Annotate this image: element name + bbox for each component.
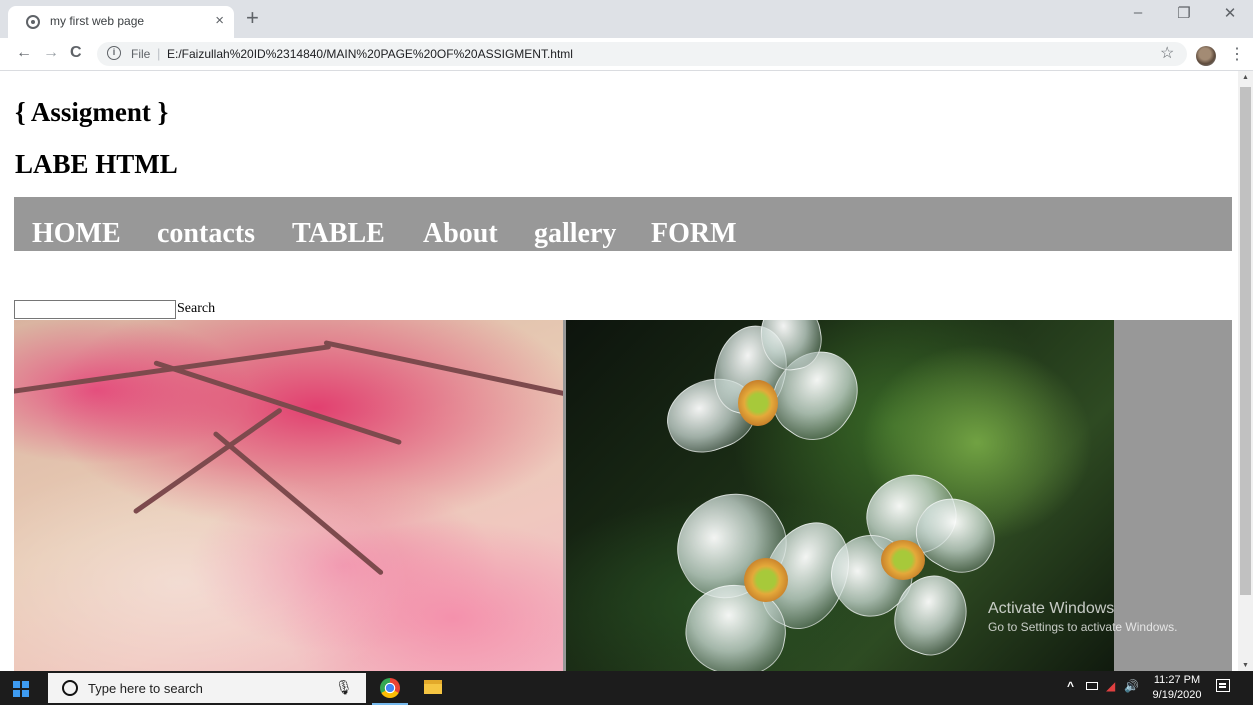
address-separator: | [157, 46, 161, 61]
activate-windows-watermark: Activate Windows Go to Settings to activ… [988, 600, 1177, 634]
info-icon[interactable]: i [107, 46, 121, 60]
clock-date: 9/19/2020 [1152, 689, 1202, 701]
nav-link-form[interactable]: FORM [651, 218, 737, 250]
tray-chevron-icon[interactable]: ^ [1067, 679, 1074, 693]
windows-start-icon[interactable] [13, 681, 29, 697]
minimize-button[interactable]: – [1115, 4, 1161, 22]
bookmark-star-icon[interactable]: ☆ [1160, 43, 1174, 63]
taskbar-clock[interactable]: 11:27 PM 9/19/2020 [1150, 673, 1204, 703]
browser-tab[interactable]: my first web page × [8, 6, 234, 38]
close-tab-icon[interactable]: × [215, 12, 224, 29]
network-icon[interactable]: ◢ [1106, 679, 1115, 693]
new-tab-button[interactable]: + [246, 5, 259, 31]
clock-time: 11:27 PM [1153, 674, 1201, 686]
nav-link-home[interactable]: HOME [32, 218, 121, 250]
scroll-thumb[interactable] [1240, 87, 1251, 595]
watermark-subtitle: Go to Settings to activate Windows. [988, 620, 1178, 634]
microphone-icon[interactable]: 🎙 [335, 679, 353, 696]
address-scheme: File [131, 47, 151, 61]
address-url[interactable]: E:/Faizullah%20ID%2314840/MAIN%20PAGE%20… [167, 47, 573, 61]
volume-icon[interactable]: 🔊 [1124, 679, 1139, 693]
nav-link-contacts[interactable]: contacts [157, 218, 255, 250]
back-arrow-icon[interactable]: ← [16, 44, 32, 62]
window-controls: – ❐ ✕ [1115, 4, 1253, 22]
scroll-down-icon[interactable]: ▼ [1242, 662, 1249, 669]
search-input[interactable] [14, 300, 176, 319]
reload-icon[interactable]: C [70, 44, 82, 62]
battery-icon[interactable] [1086, 682, 1098, 690]
tab-title: my first web page [50, 14, 145, 28]
windows-taskbar: Type here to search 🎙 ^ ◢ 🔊 11:27 PM 9/1… [0, 671, 1253, 705]
file-explorer-icon[interactable] [424, 680, 442, 694]
browser-tab-strip: my first web page × + – ❐ ✕ [0, 0, 1253, 38]
close-window-button[interactable]: ✕ [1207, 4, 1253, 22]
page-heading: { Assigment } [15, 97, 169, 127]
forward-arrow-icon[interactable]: → [43, 44, 59, 62]
page-viewport: { Assigment } LABE HTML HOME contacts TA… [0, 71, 1238, 671]
taskbar-search-placeholder: Type here to search [88, 681, 203, 696]
scroll-up-icon[interactable]: ▲ [1242, 74, 1249, 81]
globe-icon [26, 15, 40, 29]
restore-button[interactable]: ❐ [1161, 4, 1207, 22]
blossom-image [14, 320, 563, 671]
cortana-icon [62, 680, 78, 696]
watermark-title: Activate Windows [988, 600, 1115, 617]
nav-bar: HOME contacts TABLE About gallery FORM [14, 197, 1232, 251]
search-button[interactable]: Search [177, 301, 215, 317]
chrome-icon[interactable] [380, 678, 400, 698]
nav-link-gallery[interactable]: gallery [534, 218, 616, 250]
nav-link-about[interactable]: About [423, 218, 498, 250]
page-subheading: LABE HTML [15, 149, 178, 179]
taskbar-search-box[interactable]: Type here to search 🎙 [48, 673, 366, 703]
profile-avatar[interactable] [1196, 46, 1216, 66]
page-scrollbar[interactable]: ▲ ▼ [1238, 71, 1253, 671]
browser-toolbar: ← → C i File | E:/Faizullah%20ID%2314840… [0, 38, 1253, 71]
nav-link-table[interactable]: TABLE [292, 218, 385, 250]
action-center-icon[interactable] [1216, 679, 1230, 692]
address-bar[interactable]: i File | E:/Faizullah%20ID%2314840/MAIN%… [97, 42, 1187, 66]
kebab-menu-icon[interactable]: ⋮ [1229, 44, 1245, 64]
